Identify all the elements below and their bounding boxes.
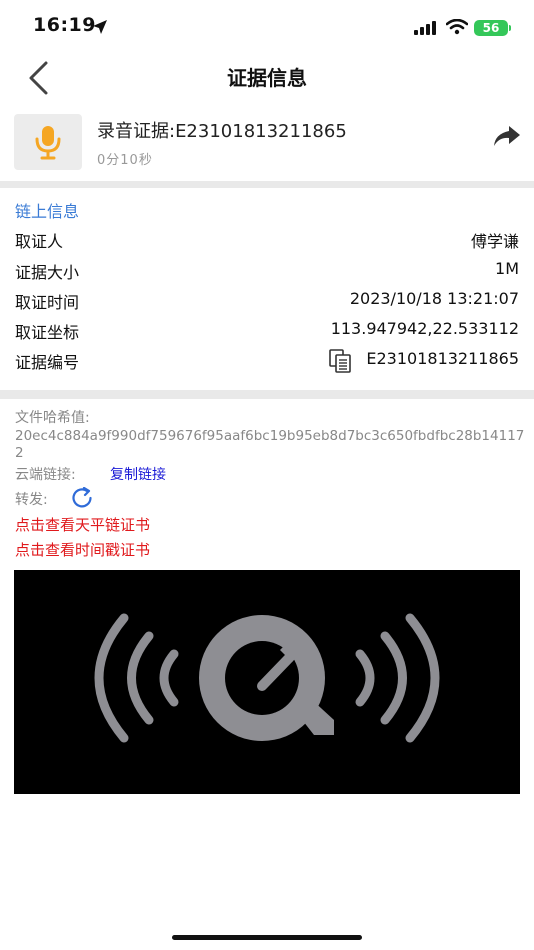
- evidence-number-label: 证据编号: [15, 353, 80, 372]
- timestamp-cert-link[interactable]: 点击查看时间戳证书: [15, 539, 150, 560]
- page-title: 证据信息: [227, 66, 307, 90]
- evidence-title: 录音证据:E23101813211865: [97, 121, 347, 142]
- signal-icon: [414, 21, 436, 35]
- tianping-cert-link[interactable]: 点击查看天平链证书: [15, 514, 150, 535]
- hash-value: 20ec4c884a9f990df759676f95aaf6bc19b95eb8…: [15, 428, 525, 461]
- collect-time-label: 取证时间: [15, 293, 80, 312]
- quicktime-audio-icon: [94, 613, 440, 743]
- evidence-size-label: 证据大小: [15, 263, 80, 282]
- copy-icon[interactable]: [329, 349, 353, 373]
- coordinates-value: 113.947942,22.533112: [330, 319, 519, 338]
- copy-link-button[interactable]: 复制链接: [110, 464, 166, 484]
- evidence-size-value: 1M: [495, 259, 519, 278]
- chain-info-title: 链上信息: [15, 202, 80, 221]
- hash-label: 文件哈希值:: [15, 410, 90, 426]
- audio-player[interactable]: [14, 570, 520, 794]
- status-time: 16:19: [33, 14, 96, 36]
- coordinates-label: 取证坐标: [15, 323, 80, 342]
- battery-indicator: 56: [474, 20, 508, 36]
- share-arrow-icon[interactable]: [492, 124, 522, 148]
- battery-tip: [509, 25, 511, 31]
- evidence-duration: 0分10秒: [97, 153, 153, 168]
- home-indicator: [172, 935, 362, 940]
- section-divider: [0, 181, 534, 188]
- wifi-icon: [446, 19, 468, 35]
- collector-label: 取证人: [15, 232, 64, 251]
- cloud-link-label: 云端链接:: [15, 467, 76, 483]
- section-divider: [0, 390, 534, 399]
- forward-label: 转发:: [15, 492, 48, 508]
- collector-value: 傅学谦: [470, 232, 519, 251]
- evidence-number-value: E23101813211865: [366, 349, 519, 368]
- collect-time-value: 2023/10/18 13:21:07: [349, 289, 519, 308]
- microphone-icon: [35, 126, 61, 160]
- location-arrow-icon: [93, 20, 107, 34]
- refresh-icon[interactable]: [70, 487, 94, 509]
